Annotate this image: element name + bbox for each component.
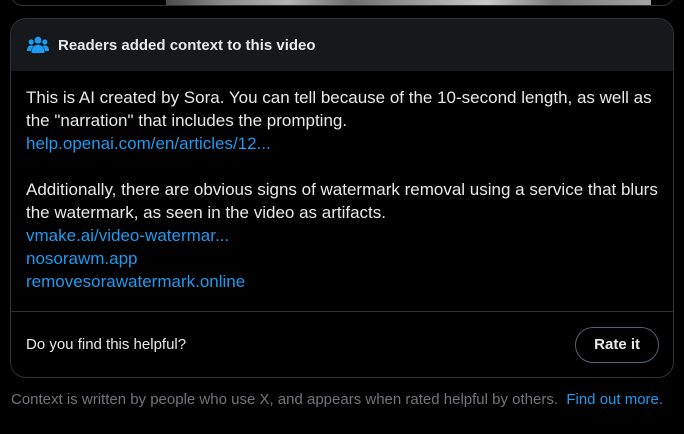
note-link-openai[interactable]: help.openai.com/en/articles/12... bbox=[26, 132, 658, 155]
note-paragraph-1: This is AI created by Sora. You can tell… bbox=[26, 88, 652, 130]
note-body: This is AI created by Sora. You can tell… bbox=[11, 71, 673, 311]
rate-it-button[interactable]: Rate it bbox=[575, 326, 659, 363]
community-note-title: Readers added context to this video bbox=[58, 36, 316, 54]
note-paragraph-2: Additionally, there are obvious signs of… bbox=[26, 180, 658, 222]
find-out-more-link[interactable]: Find out more. bbox=[566, 391, 663, 408]
community-note-card: Readers added context to this video This… bbox=[10, 18, 674, 378]
disclaimer-text: Context is written by people who use X, … bbox=[11, 391, 558, 408]
rating-row: Do you find this helpful? Rate it bbox=[11, 312, 673, 377]
helpful-question: Do you find this helpful? bbox=[26, 336, 187, 353]
video-preview bbox=[166, 0, 651, 5]
context-disclaimer: Context is written by people who use X, … bbox=[11, 390, 671, 409]
note-link-nosorawm[interactable]: nosorawm.app bbox=[26, 247, 658, 270]
note-link-removesorawatermark[interactable]: removesorawatermark.online bbox=[26, 270, 658, 293]
video-frame bbox=[10, 0, 675, 6]
video-thumbnail-edge[interactable] bbox=[0, 0, 684, 6]
people-icon bbox=[26, 35, 50, 55]
page: Readers added context to this video This… bbox=[0, 0, 684, 434]
community-note-header: Readers added context to this video bbox=[11, 19, 673, 71]
note-link-vmake[interactable]: vmake.ai/video-watermar... bbox=[26, 224, 658, 247]
